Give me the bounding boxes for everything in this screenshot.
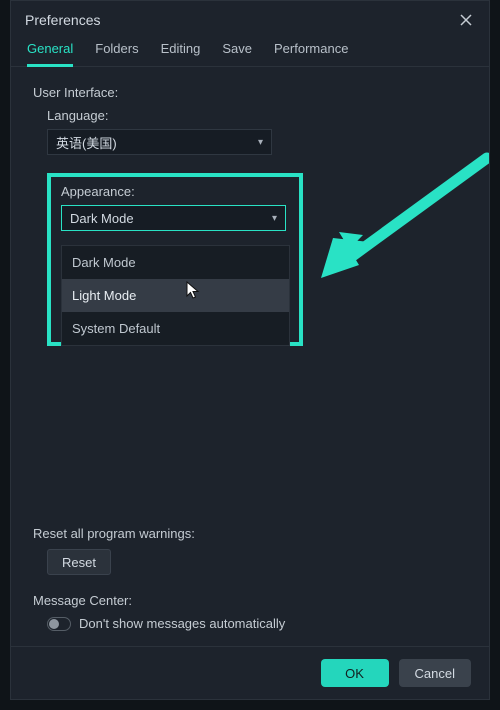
- close-icon: [460, 14, 472, 26]
- tab-performance[interactable]: Performance: [274, 41, 348, 66]
- message-toggle[interactable]: [47, 617, 71, 631]
- message-toggle-label: Don't show messages automatically: [79, 616, 285, 631]
- reset-label: Reset all program warnings:: [33, 526, 467, 541]
- content: User Interface: Language: 英语(美国) ▾ Appea…: [11, 67, 489, 646]
- appearance-label: Appearance:: [61, 184, 289, 199]
- footer: OK Cancel: [11, 646, 489, 699]
- appearance-dropdown: Dark Mode Light Mode System Default: [61, 245, 290, 346]
- tabs: General Folders Editing Save Performance: [11, 35, 489, 67]
- option-light-mode[interactable]: Light Mode: [62, 279, 289, 312]
- chevron-down-icon: ▾: [272, 213, 277, 224]
- ui-section-label: User Interface:: [33, 85, 467, 100]
- titlebar: Preferences: [11, 1, 489, 35]
- close-button[interactable]: [457, 11, 475, 29]
- language-select[interactable]: 英语(美国) ▾: [47, 129, 272, 155]
- window-title: Preferences: [25, 12, 100, 28]
- cancel-button[interactable]: Cancel: [399, 659, 471, 687]
- message-section-label: Message Center:: [33, 593, 467, 608]
- appearance-highlight-box: Appearance: Dark Mode ▾ Dark Mode Light …: [47, 173, 303, 346]
- tab-editing[interactable]: Editing: [161, 41, 201, 66]
- language-label: Language:: [47, 108, 467, 123]
- preferences-window: Preferences General Folders Editing Save…: [10, 0, 490, 700]
- option-system-default[interactable]: System Default: [62, 312, 289, 345]
- appearance-value: Dark Mode: [70, 211, 134, 226]
- language-value: 英语(美国): [56, 133, 117, 152]
- tab-general[interactable]: General: [27, 41, 73, 67]
- appearance-select[interactable]: Dark Mode ▾: [61, 205, 286, 231]
- option-dark-mode[interactable]: Dark Mode: [62, 246, 289, 279]
- ok-button[interactable]: OK: [321, 659, 389, 687]
- tab-folders[interactable]: Folders: [95, 41, 138, 66]
- chevron-down-icon: ▾: [258, 137, 263, 148]
- reset-button[interactable]: Reset: [47, 549, 111, 575]
- tab-save[interactable]: Save: [222, 41, 252, 66]
